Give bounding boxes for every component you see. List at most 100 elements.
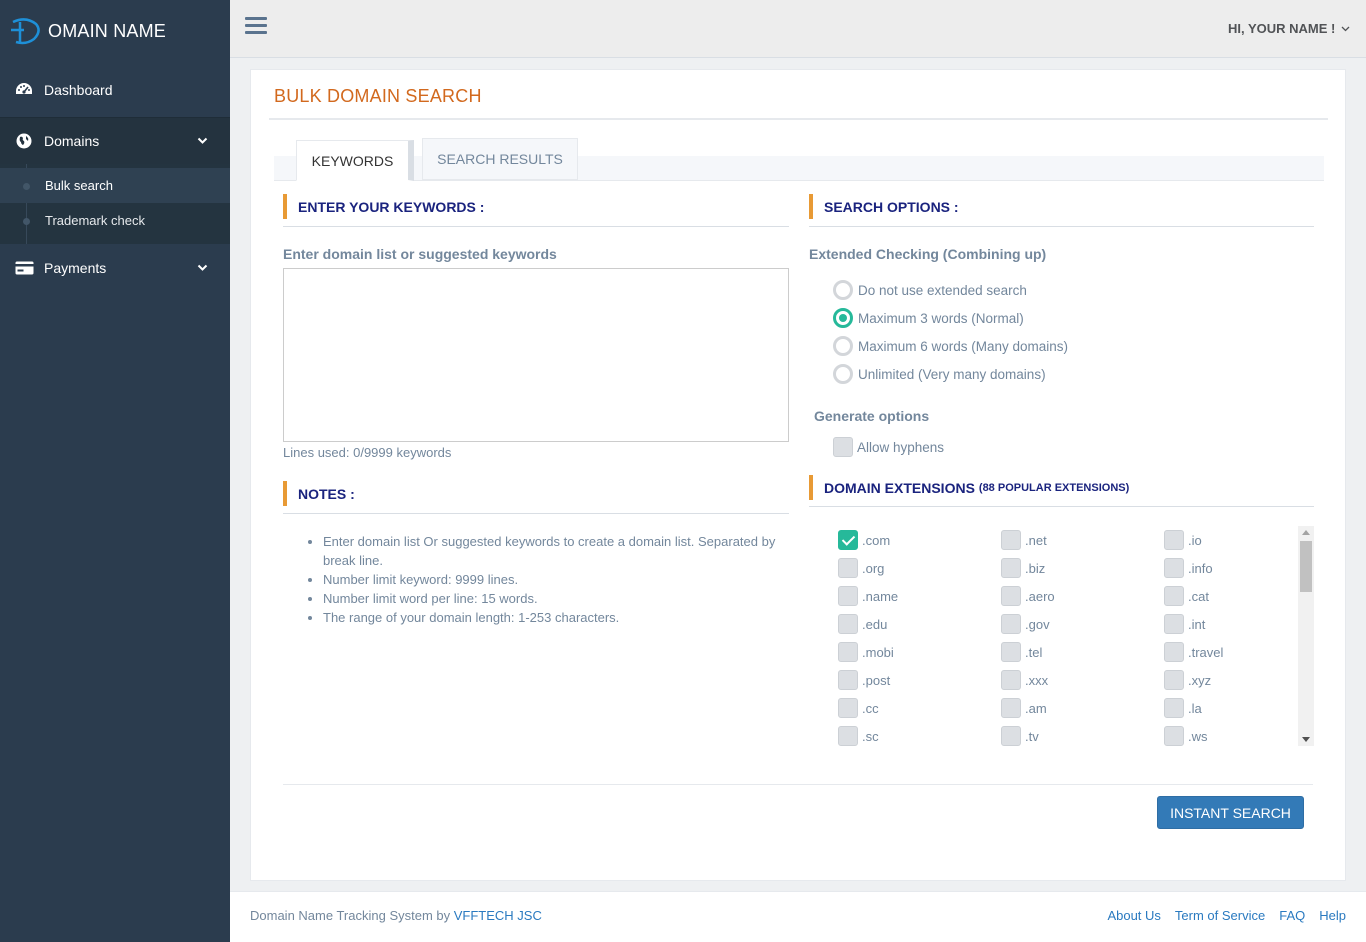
extension-option[interactable]: .io	[1164, 526, 1314, 554]
extension-label: .xxx	[1025, 672, 1049, 688]
extensions-scrollbar[interactable]	[1298, 526, 1314, 746]
footer-prefix: Domain Name Tracking System by	[250, 908, 451, 923]
extension-checkbox[interactable]	[838, 642, 858, 662]
footer-credit: Domain Name Tracking System by VFFTECH J…	[250, 908, 542, 923]
extension-option[interactable]: .name	[838, 582, 1001, 610]
sidebar-item-label: Dashboard	[44, 81, 113, 98]
instant-search-button[interactable]: INSTANT SEARCH	[1157, 796, 1304, 829]
extension-option[interactable]: .xxx	[1001, 666, 1164, 694]
extended-checking-label: Extended Checking (Combining up)	[809, 246, 1047, 262]
extension-checkbox[interactable]	[838, 698, 858, 718]
radio-button[interactable]	[833, 364, 853, 384]
radio-option-max-6-words[interactable]: Maximum 6 words (Many domains)	[833, 336, 1068, 356]
notes-list: Enter domain list Or suggested keywords …	[323, 532, 793, 627]
extension-option[interactable]: .org	[838, 554, 1001, 582]
radio-button[interactable]	[833, 336, 853, 356]
extension-option[interactable]: .biz	[1001, 554, 1164, 582]
footer-links: About Us Term of Service FAQ Help	[1107, 908, 1346, 923]
extension-checkbox[interactable]	[1164, 698, 1184, 718]
extension-checkbox[interactable]	[838, 726, 858, 746]
sidebar-item-dashboard[interactable]: Dashboard	[0, 62, 230, 117]
sidebar-subitem-label: Bulk search	[45, 178, 113, 193]
extension-option[interactable]: .cat	[1164, 582, 1314, 610]
domain-extensions-count: (88 POPULAR EXTENSIONS)	[978, 481, 1130, 494]
sidebar-item-payments[interactable]: Payments	[0, 244, 230, 292]
dashboard-icon	[14, 80, 34, 100]
user-menu[interactable]: HI, YOUR NAME !	[1228, 21, 1350, 36]
extension-checkbox[interactable]	[1164, 558, 1184, 578]
radio-option-no-extended[interactable]: Do not use extended search	[833, 280, 1027, 300]
extension-option[interactable]: .edu	[838, 610, 1001, 638]
scroll-down-arrow-icon[interactable]	[1302, 737, 1310, 742]
extension-checkbox[interactable]	[1164, 530, 1184, 550]
extension-label: .sc	[862, 728, 879, 744]
extension-label: .biz	[1025, 560, 1046, 576]
extension-checkbox[interactable]	[1164, 726, 1184, 746]
tab-keywords[interactable]: KEYWORDS	[296, 140, 414, 181]
extension-checkbox[interactable]	[1001, 670, 1021, 690]
allow-hyphens-option[interactable]: Allow hyphens	[833, 437, 944, 457]
extension-checkbox-checked[interactable]	[838, 530, 858, 550]
extension-option[interactable]: .tel	[1001, 638, 1164, 666]
extensions-scroll-area[interactable]: .com .net .io .org .biz .info .name .aero .cat .e…	[838, 526, 1314, 746]
footer-company-link[interactable]: VFFTECH JSC	[454, 908, 542, 923]
radio-option-unlimited[interactable]: Unlimited (Very many domains)	[833, 364, 1046, 384]
extension-option[interactable]: .com	[838, 526, 1001, 554]
allow-hyphens-checkbox[interactable]	[833, 437, 853, 457]
footer-link-faq[interactable]: FAQ	[1279, 908, 1305, 923]
scrollbar-thumb[interactable]	[1300, 541, 1312, 592]
note-item: Number limit keyword: 9999 lines.	[323, 570, 793, 589]
footer-link-about-us[interactable]: About Us	[1107, 908, 1160, 923]
extension-option[interactable]: .aero	[1001, 582, 1164, 610]
extension-checkbox[interactable]	[1164, 642, 1184, 662]
extension-option[interactable]: .net	[1001, 526, 1164, 554]
extension-option[interactable]: .am	[1001, 694, 1164, 722]
extension-checkbox[interactable]	[1001, 642, 1021, 662]
footer-link-terms[interactable]: Term of Service	[1175, 908, 1265, 923]
sidebar-item-trademark-check[interactable]: Trademark check	[0, 203, 230, 238]
extension-option[interactable]: .mobi	[838, 638, 1001, 666]
section-divider	[283, 226, 789, 227]
extension-option[interactable]: .tv	[1001, 722, 1164, 746]
sidebar-item-bulk-search[interactable]: Bulk search	[0, 168, 230, 203]
extension-option[interactable]: .cc	[838, 694, 1001, 722]
extension-option[interactable]: .ws	[1164, 722, 1314, 746]
extension-option[interactable]: .info	[1164, 554, 1314, 582]
extension-checkbox[interactable]	[1164, 614, 1184, 634]
scroll-up-arrow-icon[interactable]	[1302, 530, 1310, 535]
extension-checkbox[interactable]	[1001, 558, 1021, 578]
footer-link-help[interactable]: Help	[1319, 908, 1346, 923]
extension-checkbox[interactable]	[1001, 530, 1021, 550]
extension-checkbox[interactable]	[838, 670, 858, 690]
brand-logo[interactable]: OMAIN NAME	[0, 0, 230, 62]
lines-used-counter: Lines used: 0/9999 keywords	[283, 445, 452, 460]
notes-heading: NOTES :	[283, 481, 355, 506]
extension-checkbox[interactable]	[1164, 586, 1184, 606]
hamburger-menu-icon[interactable]	[245, 17, 267, 37]
extension-label: .tv	[1025, 728, 1039, 744]
domain-extensions-heading: DOMAIN EXTENSIONS (88 POPULAR EXTENSIONS…	[809, 475, 1129, 500]
extension-checkbox[interactable]	[1001, 586, 1021, 606]
extension-checkbox[interactable]	[1001, 726, 1021, 746]
extension-option[interactable]: .travel	[1164, 638, 1314, 666]
extensions-grid: .com .net .io .org .biz .info .name .aero .cat .e…	[838, 526, 1314, 746]
keywords-textarea[interactable]	[283, 268, 789, 442]
extension-option[interactable]: .xyz	[1164, 666, 1314, 694]
extension-checkbox[interactable]	[1001, 614, 1021, 634]
extension-label: .edu	[862, 616, 888, 632]
radio-button-selected[interactable]	[833, 308, 853, 328]
radio-option-max-3-words[interactable]: Maximum 3 words (Normal)	[833, 308, 1024, 328]
extension-checkbox[interactable]	[838, 614, 858, 634]
extension-option[interactable]: .sc	[838, 722, 1001, 746]
tab-search-results[interactable]: SEARCH RESULTS	[422, 138, 578, 180]
extension-option[interactable]: .gov	[1001, 610, 1164, 638]
extension-option[interactable]: .la	[1164, 694, 1314, 722]
extension-option[interactable]: .post	[838, 666, 1001, 694]
extension-option[interactable]: .int	[1164, 610, 1314, 638]
radio-button[interactable]	[833, 280, 853, 300]
sidebar-item-domains[interactable]: Domains	[0, 117, 230, 164]
extension-checkbox[interactable]	[838, 586, 858, 606]
extension-checkbox[interactable]	[838, 558, 858, 578]
extension-checkbox[interactable]	[1164, 670, 1184, 690]
extension-checkbox[interactable]	[1001, 698, 1021, 718]
